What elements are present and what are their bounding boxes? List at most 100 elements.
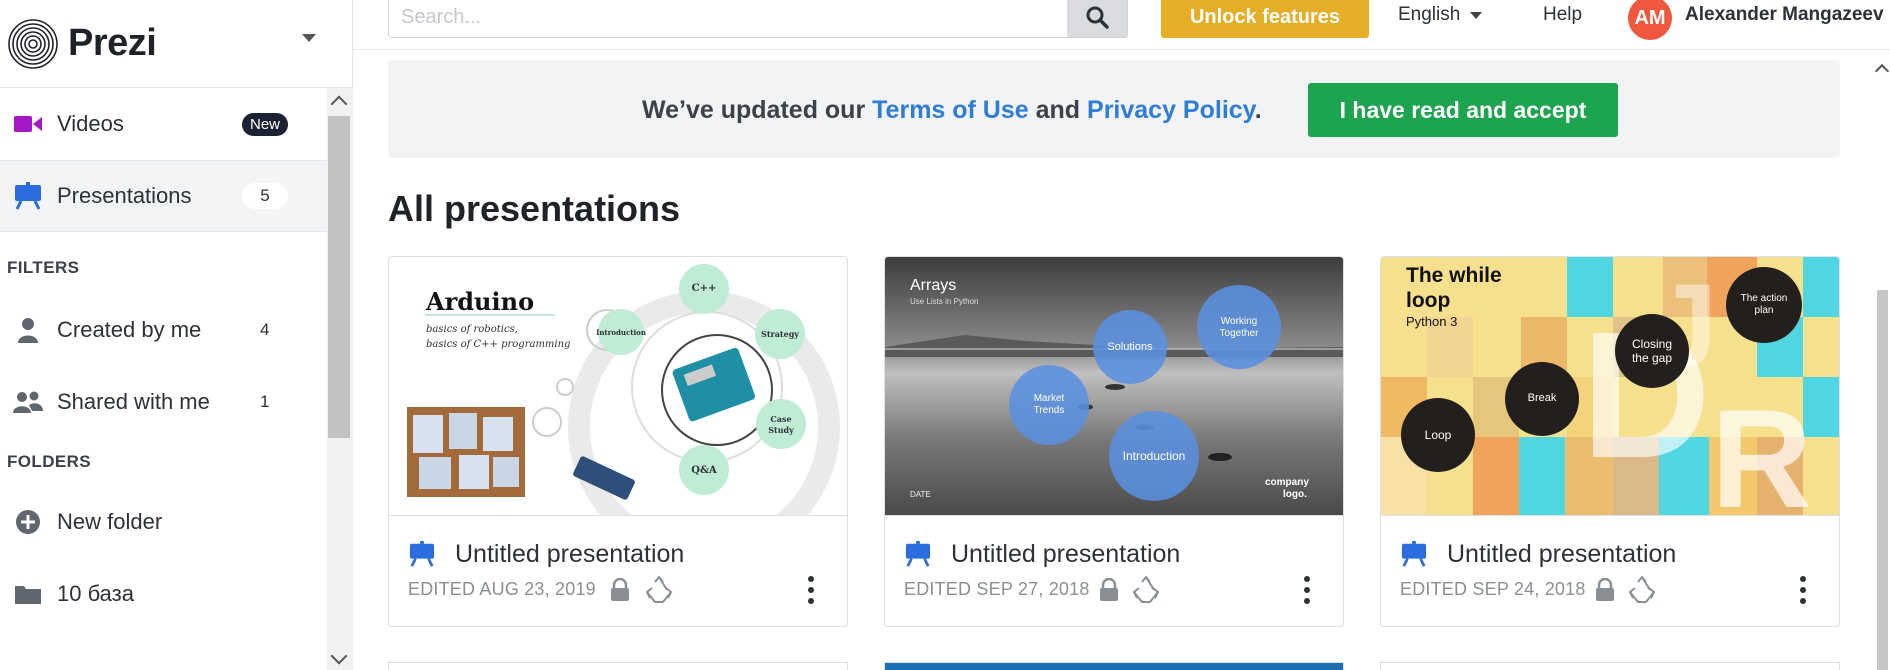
thumb-subtitle: basics of robotics,: [426, 324, 518, 335]
thumb-date: DATE: [910, 490, 931, 499]
notice-message: We’ve updated our Terms of Use and Priva…: [642, 96, 1262, 125]
more-vertical-icon[interactable]: [1303, 575, 1311, 605]
presentation-card[interactable]: [1380, 662, 1840, 670]
sidebar-item-label: Shared with me: [57, 389, 210, 414]
person-icon: [13, 315, 43, 345]
scroll-down-icon[interactable]: [330, 647, 348, 665]
folder-icon: [13, 579, 43, 609]
thumb-bubble-label: Solutions: [1107, 341, 1153, 353]
avatar[interactable]: AM: [1628, 0, 1672, 40]
filters-heading: FILTERS: [7, 258, 80, 277]
plus-circle-icon: [13, 507, 43, 537]
folders-heading: FOLDERS: [7, 452, 92, 471]
prezi-logo-icon: [8, 18, 58, 69]
search-box: [388, 0, 1128, 38]
lock-icon: [611, 578, 629, 601]
presentation-title[interactable]: Untitled presentation: [1447, 540, 1676, 569]
recycle-icon: [1132, 576, 1160, 603]
presentations-count: 5: [242, 183, 288, 209]
lock-icon: [1100, 578, 1118, 601]
thumb-bubble-label: Market Trends: [1033, 393, 1065, 416]
thumb-bubble-label: Q&A: [691, 465, 717, 476]
presentation-thumbnail[interactable]: D R J The while loop Python 3 The action…: [1381, 257, 1839, 516]
created-count: 4: [260, 320, 270, 339]
edited-date: EDITED SEP 27, 2018: [904, 579, 1090, 599]
people-icon: [13, 387, 43, 417]
thumb-bubble-label: The action plan: [1740, 293, 1788, 316]
thumb-title: Arduino: [426, 287, 535, 316]
presentation-card[interactable]: [388, 662, 848, 670]
sidebar: Prezi Videos New Presentations 5 FILTERS: [0, 0, 353, 670]
accept-button[interactable]: I have read and accept: [1308, 83, 1618, 137]
thumb-subtitle: Use Lists in Python: [910, 297, 979, 306]
sidebar-scrollbar[interactable]: [327, 88, 353, 670]
company-logo: logo.: [1283, 489, 1307, 500]
brand-name: Prezi: [68, 22, 157, 64]
chevron-down-icon: [1470, 11, 1483, 19]
easel-icon: [1401, 541, 1427, 567]
thumb-bubble-label: Closing the gap: [1631, 337, 1673, 365]
privacy-policy-link[interactable]: Privacy Policy: [1087, 96, 1255, 124]
thumb-bubble-label: Break: [1527, 392, 1557, 404]
thumb-bubble-label: Strategy: [761, 329, 799, 339]
presentation-card[interactable]: [884, 662, 1344, 670]
terms-of-use-link[interactable]: Terms of Use: [872, 96, 1029, 124]
easel-icon: [409, 541, 435, 567]
sidebar-item-shared-with-me[interactable]: Shared with me 1: [0, 366, 327, 438]
thumb-bubble-label: Case Study: [768, 414, 794, 435]
sidebar-item-presentations[interactable]: Presentations 5: [0, 160, 327, 232]
thumb-bubble-label: Loop: [1424, 428, 1452, 442]
presentation-thumbnail[interactable]: Arduino basics of robotics, basics of C+…: [389, 257, 847, 516]
presentation-title[interactable]: Untitled presentation: [951, 540, 1180, 569]
unlock-features-button[interactable]: Unlock features: [1161, 0, 1369, 38]
presentation-card[interactable]: Arduino basics of robotics, basics of C+…: [388, 256, 848, 627]
notice-and: and: [1028, 96, 1088, 124]
svg-text:R: R: [1711, 380, 1812, 516]
app-root: Prezi Videos New Presentations 5 FILTERS: [0, 0, 1890, 670]
notice-suffix: .: [1254, 96, 1262, 124]
search-icon: [1086, 6, 1109, 29]
presentation-card[interactable]: D R J The while loop Python 3 The action…: [1380, 256, 1840, 627]
recycle-icon: [1628, 576, 1656, 603]
brand[interactable]: Prezi: [0, 0, 352, 88]
notice-prefix: We’ve updated our: [642, 96, 873, 124]
new-badge: New: [242, 112, 289, 136]
scrollbar-thumb[interactable]: [1877, 290, 1888, 670]
help-link[interactable]: Help: [1543, 4, 1582, 26]
easel-icon: [13, 181, 43, 211]
sidebar-item-label: Presentations: [57, 183, 192, 208]
search-button[interactable]: [1067, 0, 1127, 37]
sidebar-item-folder[interactable]: 10 база: [0, 558, 327, 630]
main-scrollbar[interactable]: [1874, 50, 1890, 670]
search-input[interactable]: [389, 0, 1069, 37]
scrollbar-thumb[interactable]: [328, 116, 350, 438]
thumb-title: loop: [1406, 289, 1451, 312]
thumb-bubble-label: C++: [691, 283, 717, 294]
thumb-subtitle: Python 3: [1406, 314, 1458, 329]
more-vertical-icon[interactable]: [807, 575, 815, 605]
presentation-title[interactable]: Untitled presentation: [455, 540, 684, 569]
sidebar-item-new-folder[interactable]: New folder: [0, 486, 327, 558]
thumb-title: Arrays: [910, 277, 957, 294]
scroll-up-icon[interactable]: [330, 95, 348, 113]
video-camera-icon: [13, 109, 43, 139]
page-title: All presentations: [388, 188, 681, 229]
recycle-icon: [645, 576, 673, 603]
user-name[interactable]: Alexander Mangazeev: [1685, 4, 1884, 26]
edited-date: EDITED SEP 24, 2018: [1400, 579, 1586, 599]
language-selector[interactable]: English: [1398, 4, 1483, 26]
presentation-thumbnail[interactable]: Arrays Use Lists in Python Solutions Wor…: [885, 257, 1343, 516]
sidebar-item-created-by-me[interactable]: Created by me 4: [0, 294, 327, 366]
edited-date: EDITED AUG 23, 2019: [408, 579, 596, 599]
scroll-up-icon[interactable]: [1874, 63, 1890, 79]
presentation-card[interactable]: Arrays Use Lists in Python Solutions Wor…: [884, 256, 1344, 627]
policy-notice: We’ve updated our Terms of Use and Priva…: [388, 60, 1840, 158]
thumb-title: The while: [1406, 264, 1502, 287]
language-label: English: [1398, 4, 1461, 25]
company-logo: company: [1265, 477, 1309, 488]
thumb-bubble-label: Introduction: [596, 328, 646, 337]
sidebar-item-label: Videos: [57, 111, 124, 136]
more-vertical-icon[interactable]: [1799, 575, 1807, 605]
brand-menu-chevron-down-icon[interactable]: [302, 34, 316, 42]
sidebar-item-videos[interactable]: Videos New: [0, 88, 327, 160]
